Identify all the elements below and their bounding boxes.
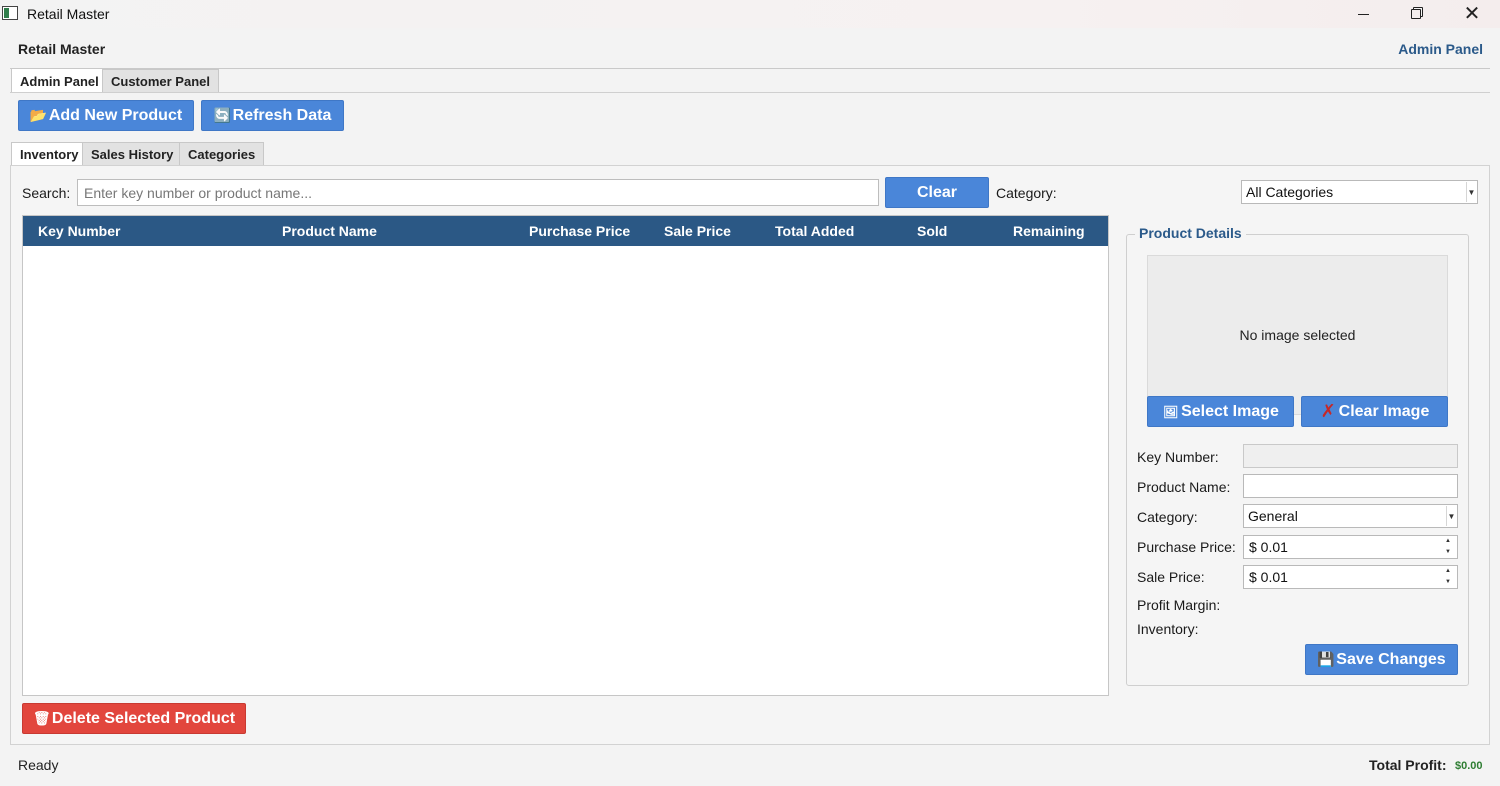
clear-image-button[interactable]: ✗ Clear Image <box>1301 396 1448 427</box>
tab-label: Customer Panel <box>111 74 210 89</box>
button-label: Add New Product <box>48 106 183 124</box>
image-upload-icon: 🖼 <box>1162 404 1179 419</box>
table-header: Key Number Product Name Purchase Price S… <box>23 216 1108 246</box>
spin-down-icon[interactable]: ▼ <box>1439 547 1457 558</box>
purchase-price-spinbox[interactable]: $ 0.01 ▲ ▼ <box>1243 535 1458 559</box>
spin-up-icon[interactable]: ▲ <box>1439 566 1457 577</box>
inventory-label: Inventory: <box>1137 621 1199 637</box>
spin-buttons[interactable]: ▲ ▼ <box>1439 566 1457 588</box>
window-title: Retail Master <box>27 6 110 22</box>
tab-sales-history[interactable]: Sales History <box>82 142 183 166</box>
search-input[interactable] <box>84 184 872 201</box>
category-filter-label: Category: <box>996 185 1057 201</box>
column-header-total-added[interactable]: Total Added <box>775 223 854 239</box>
search-label: Search: <box>22 185 71 201</box>
tab-inventory[interactable]: Inventory <box>11 142 88 166</box>
refresh-icon: 🔄 <box>213 107 232 123</box>
key-number-label: Key Number: <box>1137 449 1219 465</box>
spin-up-icon[interactable]: ▲ <box>1439 536 1457 547</box>
sale-price-spinbox[interactable]: $ 0.01 ▲ ▼ <box>1243 565 1458 589</box>
app-icon <box>2 6 18 20</box>
clear-search-button[interactable]: Clear <box>885 177 989 208</box>
button-label: Clear Image <box>1338 402 1430 420</box>
category-select[interactable]: General ▼ <box>1243 504 1458 528</box>
column-header-sale-price[interactable]: Sale Price <box>664 223 731 239</box>
search-field[interactable] <box>77 179 879 206</box>
category-label: Category: <box>1137 509 1198 525</box>
button-label: Delete Selected Product <box>51 709 236 727</box>
column-header-purchase-price[interactable]: Purchase Price <box>529 223 630 239</box>
floppy-disk-icon: 💾 <box>1317 651 1335 667</box>
maximize-button[interactable] <box>1393 0 1439 28</box>
spin-buttons[interactable]: ▲ ▼ <box>1439 536 1457 558</box>
folder-add-icon: 📂 <box>29 107 48 123</box>
total-profit-label: Total Profit: <box>1369 757 1447 773</box>
button-label: Clear <box>916 183 958 201</box>
close-button[interactable]: ✕ <box>1449 0 1495 28</box>
product-image-preview: No image selected <box>1147 255 1448 415</box>
selected-category: All Categories <box>1246 184 1334 200</box>
delete-selected-product-button[interactable]: 🗑 Delete Selected Product <box>22 703 246 734</box>
button-label: Select Image <box>1181 402 1279 420</box>
trash-icon: 🗑 <box>32 710 51 726</box>
button-label: Save Changes <box>1336 650 1446 668</box>
profit-margin-label: Profit Margin: <box>1137 597 1221 613</box>
tab-label: Categories <box>188 147 256 162</box>
title-bar: Retail Master ✕ <box>0 0 1500 28</box>
total-profit-value: $0.00 <box>1455 760 1483 772</box>
purchase-price-value: $ 0.01 <box>1249 539 1288 555</box>
no-image-text: No image selected <box>1239 327 1356 343</box>
tab-label: Admin Panel <box>20 73 99 89</box>
button-label: Refresh Data <box>232 106 332 124</box>
save-changes-button[interactable]: 💾 Save Changes <box>1305 644 1458 675</box>
tab-admin-panel[interactable]: Admin Panel <box>11 68 108 93</box>
dropdown-arrow-icon: ▼ <box>1466 182 1476 202</box>
tab-panel-border <box>10 92 1490 93</box>
column-header-key-number[interactable]: Key Number <box>38 223 120 239</box>
select-image-button[interactable]: 🖼 Select Image <box>1147 396 1294 427</box>
product-name-label: Product Name: <box>1137 479 1231 495</box>
category-filter-select[interactable]: All Categories ▼ <box>1241 180 1478 204</box>
product-name-field[interactable] <box>1243 474 1458 498</box>
tab-label: Sales History <box>91 147 174 162</box>
restore-icon <box>1411 9 1421 19</box>
product-details-title: Product Details <box>1135 225 1246 241</box>
purchase-price-label: Purchase Price: <box>1137 539 1236 555</box>
current-panel-label: Admin Panel <box>1398 41 1483 57</box>
minimize-icon <box>1357 13 1369 15</box>
app-header-title: Retail Master <box>18 41 106 57</box>
dropdown-arrow-icon: ▼ <box>1446 506 1456 526</box>
sale-price-label: Sale Price: <box>1137 569 1205 585</box>
add-new-product-button[interactable]: 📂 Add New Product <box>18 100 194 131</box>
cross-icon: ✗ <box>1320 401 1336 421</box>
tab-customer-panel[interactable]: Customer Panel <box>102 69 219 93</box>
column-header-product-name[interactable]: Product Name <box>282 223 377 239</box>
close-icon: ✕ <box>1463 3 1481 25</box>
spin-down-icon[interactable]: ▼ <box>1439 577 1457 588</box>
header-divider <box>10 68 1490 69</box>
column-header-sold[interactable]: Sold <box>917 223 947 239</box>
sale-price-value: $ 0.01 <box>1249 569 1288 585</box>
column-header-remaining[interactable]: Remaining <box>1013 223 1085 239</box>
key-number-field <box>1243 444 1458 468</box>
minimize-button[interactable] <box>1340 0 1386 28</box>
refresh-data-button[interactable]: 🔄 Refresh Data <box>201 100 344 131</box>
status-text: Ready <box>18 757 59 773</box>
tab-categories[interactable]: Categories <box>179 142 265 166</box>
inventory-table[interactable]: Key Number Product Name Purchase Price S… <box>22 215 1109 696</box>
selected-category: General <box>1248 508 1298 524</box>
tab-label: Inventory <box>20 147 79 162</box>
